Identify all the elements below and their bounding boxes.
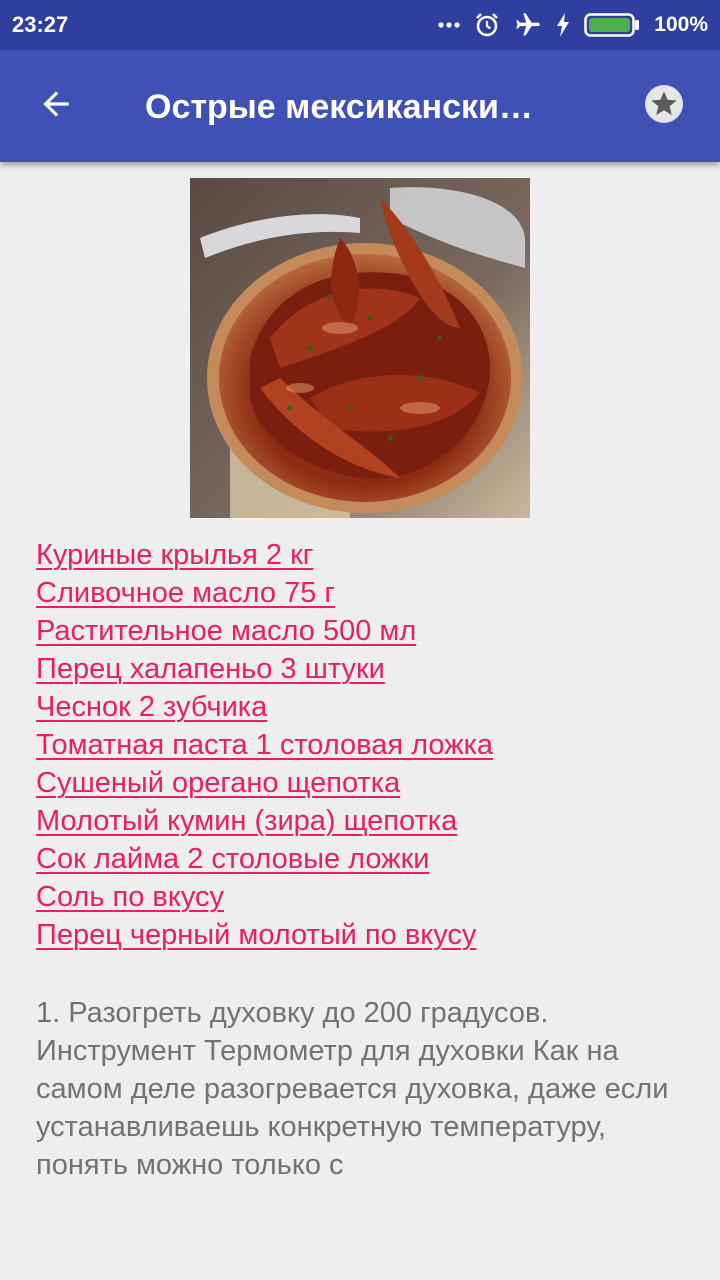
star-icon	[643, 83, 685, 130]
status-icons: 100%	[424, 8, 708, 42]
ingredient-link[interactable]: Сушеный орегано щепотка	[36, 764, 696, 802]
status-bar: 23:27 100%	[0, 0, 720, 50]
ingredient-link[interactable]: Сливочное масло 75 г	[36, 574, 696, 612]
app-bar: Острые мексикански…	[0, 50, 720, 162]
ingredient-link[interactable]: Куриные крылья 2 кг	[36, 536, 696, 574]
charging-icon	[556, 13, 570, 37]
alarm-icon	[474, 12, 500, 38]
ingredient-link[interactable]: Сок лайма 2 столовые ложки	[36, 840, 696, 878]
ingredient-link[interactable]: Растительное масло 500 мл	[36, 612, 696, 650]
back-button[interactable]	[22, 72, 90, 140]
battery-percent: 100%	[654, 13, 708, 36]
ingredient-link[interactable]: Соль по вкусу	[36, 878, 696, 916]
status-time: 23:27	[12, 12, 69, 37]
ingredients-list: Куриные крылья 2 кг Сливочное масло 75 г…	[36, 536, 696, 954]
ingredient-link[interactable]: Перец халапеньо 3 штуки	[36, 650, 696, 688]
page-title: Острые мексикански…	[145, 88, 533, 126]
ingredient-link[interactable]: Чеснок 2 зубчика	[36, 688, 696, 726]
favorite-button[interactable]	[630, 72, 698, 140]
ingredient-link[interactable]: Томатная паста 1 столовая ложка	[36, 726, 696, 764]
battery-icon	[584, 12, 640, 38]
recipe-photo	[190, 178, 530, 518]
arrow-back-icon	[37, 85, 75, 128]
ingredient-link[interactable]: Молотый кумин (зира) щепотка	[36, 802, 696, 840]
ingredient-link[interactable]: Перец черный молотый по вкусу	[36, 916, 696, 954]
more-dots-icon	[438, 21, 460, 29]
instructions-text: 1. Разогреть духовку до 200 градусов. Ин…	[36, 997, 669, 1181]
airplane-icon	[514, 11, 542, 39]
